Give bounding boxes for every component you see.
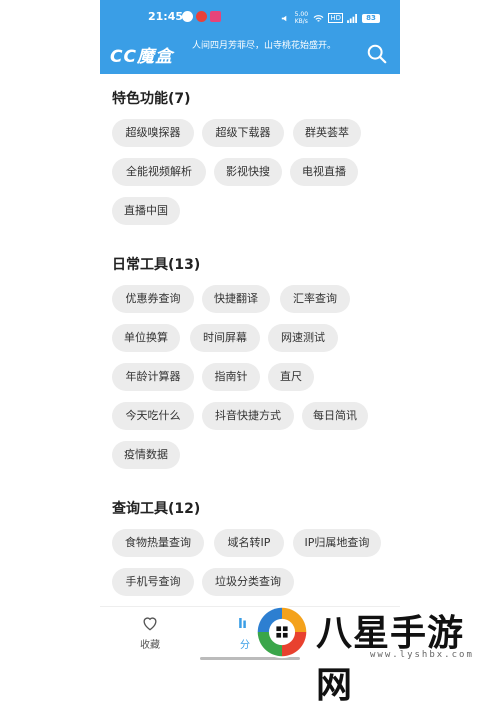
chip-daily-brief[interactable]: 每日简讯: [302, 402, 368, 430]
chip-speed-test[interactable]: 网速测试: [268, 324, 338, 352]
heart-icon: [143, 617, 157, 631]
tab-category-label: 分: [240, 640, 250, 651]
chip-video-parser[interactable]: 全能视频解析: [112, 158, 206, 186]
site-watermark: 八星手游网 www.lyshbx.com: [250, 600, 500, 706]
app-notification-icon: [182, 11, 193, 22]
chip-unit-convert[interactable]: 单位换算: [112, 324, 180, 352]
signal-icon: [347, 13, 357, 23]
chip-garbage-sort[interactable]: 垃圾分类查询: [202, 568, 294, 596]
weibo-notification-icon: [196, 11, 207, 22]
section-title-query-tools: 查询工具(12): [112, 501, 201, 517]
tool-list[interactable]: 特色功能(7) 超级嗅探器 超级下载器 群英荟萃 全能视频解析 影视快搜 电视直…: [100, 74, 400, 606]
chip-age-calculator[interactable]: 年龄计算器: [112, 363, 194, 391]
status-time: 21:45: [148, 10, 184, 23]
search-icon[interactable]: [366, 43, 388, 65]
tab-favorites[interactable]: 收藏: [120, 613, 180, 651]
chip-quick-translate[interactable]: 快捷翻译: [202, 285, 270, 313]
chip-heroes[interactable]: 群英荟萃: [293, 119, 361, 147]
tab-favorites-label: 收藏: [140, 640, 160, 651]
notification-icons: [182, 11, 221, 22]
status-bar: 21:45 5.00 KB/s HD 83: [100, 0, 400, 34]
network-label: HD: [328, 13, 343, 23]
chip-food-calorie[interactable]: 食物热量查询: [112, 529, 204, 557]
chip-compass[interactable]: 指南针: [202, 363, 260, 391]
video-notification-icon: [210, 11, 221, 22]
phone-screen: 21:45 5.00 KB/s HD 83 CC魔盒 人间四月芳菲尽，山寺桃花始…: [100, 0, 400, 666]
chip-super-sniffer[interactable]: 超级嗅探器: [112, 119, 194, 147]
watermark-url: www.lyshbx.com: [370, 650, 474, 660]
section-title-featured: 特色功能(7): [112, 91, 191, 107]
chip-video-search[interactable]: 影视快搜: [214, 158, 282, 186]
chip-coupon-query[interactable]: 优惠券查询: [112, 285, 194, 313]
chip-super-downloader[interactable]: 超级下载器: [202, 119, 284, 147]
chip-domain-to-ip[interactable]: 域名转IP: [214, 529, 284, 557]
wifi-icon: [313, 14, 324, 22]
chip-what-to-eat[interactable]: 今天吃什么: [112, 402, 194, 430]
watermark-logo-icon: [255, 605, 309, 659]
speed-text: 5.00 KB/s: [294, 11, 309, 25]
chip-live-china[interactable]: 直播中国: [112, 197, 180, 225]
chip-douyin-shortcut[interactable]: 抖音快捷方式: [202, 402, 294, 430]
chip-epidemic-data[interactable]: 疫情数据: [112, 441, 180, 469]
mute-icon: [282, 15, 287, 21]
chip-tv-live[interactable]: 电视直播: [290, 158, 358, 186]
chip-ip-location[interactable]: IP归属地查询: [293, 529, 381, 557]
chip-ruler[interactable]: 直尺: [268, 363, 314, 391]
chip-time-screen[interactable]: 时间屏幕: [190, 324, 260, 352]
status-indicators: 5.00 KB/s HD 83: [280, 11, 380, 25]
app-header: CC魔盒 人间四月芳菲尽，山寺桃花始盛开。: [100, 34, 400, 74]
header-motto: 人间四月芳菲尽，山寺桃花始盛开。: [192, 41, 337, 51]
app-logo: CC魔盒: [110, 47, 173, 67]
battery-indicator: 83: [362, 13, 380, 23]
section-title-daily-tools: 日常工具(13): [112, 257, 201, 273]
chip-phone-query[interactable]: 手机号查询: [112, 568, 194, 596]
chip-exchange-rate[interactable]: 汇率查询: [280, 285, 350, 313]
